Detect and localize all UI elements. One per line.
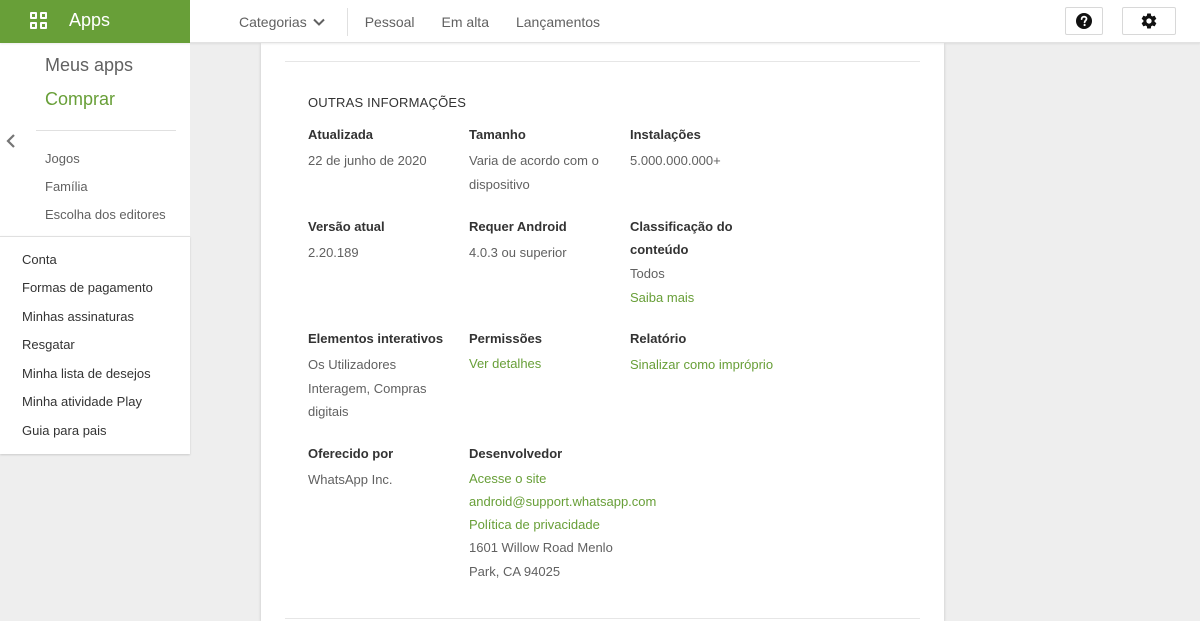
field-size: Tamanho Varia de acordo com o dispositiv… [469,123,619,196]
sidebar-item-games[interactable]: Jogos [45,151,80,166]
account-item-account[interactable]: Conta [22,252,57,267]
field-label: Elementos interativos [308,331,444,346]
nav-divider [346,7,348,36]
field-value: WhatsApp Inc. [308,472,393,487]
top-nav: Categorias Pessoal Em alta Lançamentos [239,0,627,43]
apps-grid-icon [30,12,47,29]
sidebar-divider [36,130,176,131]
top-bar: Apps Categorias Pessoal Em alta Lançamen… [0,0,1200,43]
help-button[interactable] [1065,7,1103,35]
developer-address: 1601 Willow Road Menlo [469,540,613,555]
field-label: Classificação do [630,219,733,234]
developer-email-link[interactable]: android@support.whatsapp.com [469,490,689,513]
chevron-down-icon [312,18,325,26]
field-developer: Desenvolvedor Acesse o site android@supp… [469,442,689,583]
divider [285,61,920,62]
categories-dropdown[interactable]: Categorias [239,14,325,30]
flag-inappropriate-link[interactable]: Sinalizar como impróprio [630,353,830,376]
field-value: 4.0.3 ou superior [469,245,567,260]
sidebar-item-family[interactable]: Família [45,179,88,194]
field-interactive-elements: Elementos interativos Os Utilizadores In… [308,327,458,424]
account-item-redeem[interactable]: Resgatar [22,337,75,352]
view-details-link[interactable]: Ver detalhes [469,352,619,375]
sidebar-item-shop[interactable]: Comprar [45,89,115,110]
field-label: Instalações [630,127,701,142]
nav-trending[interactable]: Em alta [442,14,489,30]
apps-title: Apps [69,10,111,30]
section-title: OUTRAS INFORMAÇÕES [308,95,467,110]
categories-label: Categorias [239,13,307,30]
field-label: Tamanho [469,127,526,142]
account-item-wishlist[interactable]: Minha lista de desejos [22,366,151,381]
field-value: Interagem, Compras [308,380,427,396]
field-report: Relatório Sinalizar como impróprio [630,327,830,376]
field-value: Varia de acordo com o [469,153,599,168]
additional-info-card: OUTRAS INFORMAÇÕES Atualizada 22 de junh… [261,43,944,621]
account-item-parent-guide[interactable]: Guia para pais [22,423,107,438]
field-value: 2.20.189 [308,245,359,260]
nav-releases[interactable]: Lançamentos [516,14,600,30]
field-installs: Instalações 5.000.000.000+ [630,123,780,173]
field-current-version: Versão atual 2.20.189 [308,215,458,265]
field-permissions: Permissões Ver detalhes [469,327,619,375]
account-item-subscriptions[interactable]: Minhas assinaturas [22,309,134,324]
account-menu: Conta Formas de pagamento Minhas assinat… [0,236,190,454]
field-label: Permissões [469,331,542,346]
field-value: digitais [308,404,349,419]
field-label: Oferecido por [308,446,394,461]
field-label: conteúdo [630,242,689,257]
developer-address: Park, CA 94025 [469,563,561,579]
field-value: 5.000.000.000+ [630,153,721,168]
field-value: Todos [630,266,665,281]
field-label: Versão atual [308,219,385,234]
sidebar-nav: Meus apps Comprar Jogos Família Escolha … [0,43,190,236]
visit-website-link[interactable]: Acesse o site [469,467,689,490]
field-offered-by: Oferecido por WhatsApp Inc. [308,442,458,492]
chevron-left-icon[interactable] [5,133,17,149]
nav-personal[interactable]: Pessoal [365,14,415,30]
help-icon [1076,13,1092,29]
field-value: 22 de junho de 2020 [308,153,427,168]
divider [285,618,920,619]
learn-more-link[interactable]: Saiba mais [630,286,780,309]
sidebar-item-my-apps[interactable]: Meus apps [45,55,133,76]
settings-button[interactable] [1122,7,1176,35]
field-label: Desenvolvedor [469,446,563,461]
apps-brand[interactable]: Apps [0,0,190,43]
field-label: Requer Android [469,219,567,234]
privacy-policy-link[interactable]: Política de privacidade [469,513,689,536]
sidebar-item-editors-choice[interactable]: Escolha dos editores [45,207,166,222]
account-item-payment-methods[interactable]: Formas de pagamento [22,280,153,295]
account-item-play-activity[interactable]: Minha atividade Play [22,394,142,409]
field-label: Relatório [630,331,687,346]
gear-icon [1141,13,1157,29]
field-updated: Atualizada 22 de junho de 2020 [308,123,458,173]
field-content-rating: Classificação do conteúdo Todos Saiba ma… [630,215,780,309]
field-value: dispositivo [469,176,530,192]
field-label: Atualizada [308,127,374,142]
field-requires-android: Requer Android 4.0.3 ou superior [469,215,619,265]
field-value: Os Utilizadores [308,357,397,372]
